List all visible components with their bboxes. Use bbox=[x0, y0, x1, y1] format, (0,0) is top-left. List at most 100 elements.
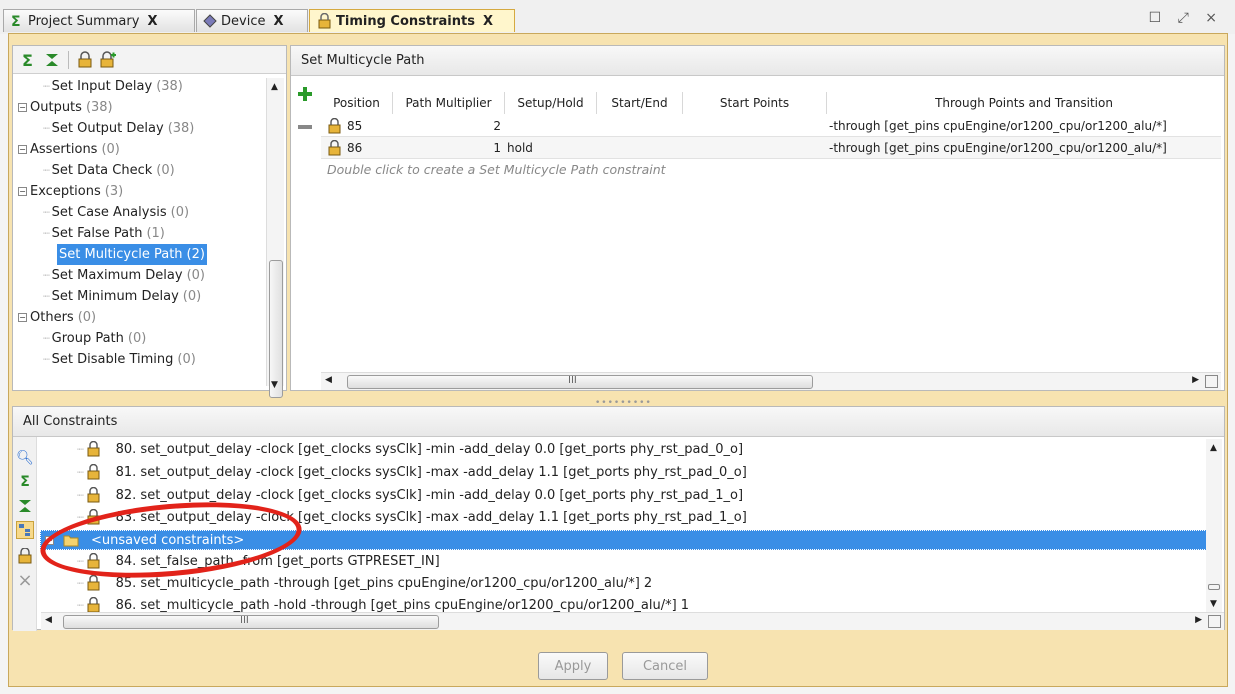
window-controls[interactable]: ☐ ⤢ × bbox=[1149, 10, 1223, 26]
tree-item-others[interactable]: − Others (0) bbox=[18, 307, 96, 328]
collapse-icon[interactable]: − bbox=[18, 145, 27, 154]
close-icon[interactable]: X bbox=[483, 14, 493, 29]
through-cell[interactable]: -through [get_pins cpuEngine/or1200_cpu/… bbox=[829, 137, 1221, 159]
constraint-line[interactable]: ┈ 80. set_output_delay -clock [get_clocks… bbox=[77, 439, 743, 459]
through-cell[interactable]: -through [get_pins cpuEngine/or1200_cpu/… bbox=[829, 115, 1221, 137]
tab-device[interactable]: Device X bbox=[196, 9, 308, 32]
expand-all-icon[interactable] bbox=[16, 497, 34, 515]
constraints-vertical-scrollbar[interactable]: ▲ ▼ bbox=[1206, 439, 1222, 613]
column-header-position[interactable]: Position bbox=[321, 92, 393, 114]
corner-resize-icon[interactable] bbox=[1205, 375, 1218, 388]
table-horizontal-scrollbar[interactable]: ◀ III ▶ bbox=[321, 372, 1221, 390]
scroll-left-arrow-icon[interactable]: ◀ bbox=[45, 615, 52, 625]
setup-hold-cell[interactable] bbox=[507, 115, 593, 137]
scroll-down-arrow-icon[interactable]: ▼ bbox=[271, 380, 278, 390]
constraint-line[interactable]: ┈ 81. set_output_delay -clock [get_clocks… bbox=[77, 462, 747, 482]
tab-timing-constraints[interactable]: Timing Constraints X bbox=[309, 9, 515, 32]
tree-item-set-maximum-delay[interactable]: ┈ Set Maximum Delay (0) bbox=[43, 265, 205, 286]
timing-constraint-icon[interactable] bbox=[16, 547, 34, 565]
column-header-through-points[interactable]: Through Points and Transition bbox=[827, 92, 1221, 114]
multicycle-panel: Set Multicycle Path Position Path Multip… bbox=[290, 45, 1225, 391]
corner-resize-icon[interactable] bbox=[1208, 615, 1221, 628]
tree-item-assertions[interactable]: − Assertions (0) bbox=[18, 139, 120, 160]
collapse-icon[interactable]: − bbox=[18, 187, 27, 196]
group-by-file-icon[interactable] bbox=[16, 521, 34, 539]
column-header-start-end[interactable]: Start/End bbox=[597, 92, 683, 114]
constraint-tree: ┈ Set Input Delay (38) − Outputs (38) ┈ Set O… bbox=[13, 76, 263, 390]
column-header-path-multiplier[interactable]: Path Multiplier bbox=[393, 92, 505, 114]
tree-item-set-false-path[interactable]: ┈ Set False Path (1) bbox=[43, 223, 165, 244]
constraint-lock-icon bbox=[328, 140, 341, 156]
start-points-cell[interactable] bbox=[683, 137, 823, 159]
column-header-start-points[interactable]: Start Points bbox=[683, 92, 827, 114]
tree-item-set-minimum-delay[interactable]: ┈ Set Minimum Delay (0) bbox=[43, 286, 201, 307]
scroll-down-arrow-icon[interactable]: ▼ bbox=[1210, 599, 1217, 609]
tree-item-group-path[interactable]: ┈ Group Path (0) bbox=[43, 328, 146, 349]
constraint-line[interactable]: ┈ 82. set_output_delay -clock [get_clocks… bbox=[77, 485, 743, 505]
scroll-right-arrow-icon[interactable]: ▶ bbox=[1192, 375, 1199, 385]
collapse-icon[interactable]: − bbox=[45, 535, 54, 545]
table-row[interactable]: 85 2 -through [get_pins cpuEngine/or1200… bbox=[321, 115, 1221, 137]
setup-hold-cell[interactable]: hold bbox=[507, 137, 593, 159]
scrollbar-thumb[interactable]: III bbox=[63, 615, 439, 629]
scrollbar-thumb[interactable] bbox=[1208, 584, 1220, 590]
tab-label: Timing Constraints bbox=[336, 13, 475, 29]
tree-item-set-case-analysis[interactable]: ┈ Set Case Analysis (0) bbox=[43, 202, 189, 223]
multiplier-cell[interactable]: 2 bbox=[393, 115, 501, 137]
tree-item-set-data-check[interactable]: ┈ Set Data Check (0) bbox=[43, 160, 175, 181]
multiplier-cell[interactable]: 1 bbox=[393, 137, 501, 159]
constraint-lock-icon bbox=[87, 553, 100, 569]
remove-constraint-icon[interactable] bbox=[298, 125, 312, 129]
start-end-cell[interactable] bbox=[597, 137, 681, 159]
sigma-icon: Σ bbox=[10, 14, 24, 28]
create-constraint-hint[interactable]: Double click to create a Set Multicycle … bbox=[327, 162, 666, 177]
all-constraints-toolbar: 🔍︎ Σ × bbox=[13, 437, 37, 631]
unsaved-constraints-node[interactable]: − <unsaved constraints> bbox=[40, 530, 1215, 550]
scroll-up-arrow-icon[interactable]: ▲ bbox=[1210, 443, 1217, 453]
scroll-up-arrow-icon[interactable]: ▲ bbox=[271, 82, 278, 92]
collapse-all-icon[interactable]: Σ bbox=[19, 50, 39, 70]
delete-icon[interactable]: × bbox=[16, 570, 34, 591]
constraint-lock-icon bbox=[87, 464, 100, 480]
close-icon[interactable]: X bbox=[147, 14, 157, 29]
scrollbar-thumb[interactable]: III bbox=[347, 375, 813, 389]
tree-vertical-scrollbar[interactable]: ▲ ▼ bbox=[266, 78, 284, 398]
tree-item-set-disable-timing[interactable]: ┈ Set Disable Timing (0) bbox=[43, 349, 196, 370]
collapse-icon[interactable]: − bbox=[18, 313, 27, 322]
tree-item-set-multicycle-path[interactable]: Set Multicycle Path (2) bbox=[57, 244, 207, 265]
search-icon[interactable]: 🔍︎ bbox=[16, 449, 34, 467]
tree-item-exceptions[interactable]: − Exceptions (3) bbox=[18, 181, 123, 202]
editor-tab-bar: Σ Project Summary X Device X Timing Cons… bbox=[0, 0, 1235, 34]
table-row[interactable]: 86 1 hold -through [get_pins cpuEngine/o… bbox=[321, 137, 1221, 159]
scrollbar-thumb[interactable] bbox=[269, 260, 283, 398]
collapse-icon[interactable]: − bbox=[18, 103, 27, 112]
constraint-lock-icon bbox=[87, 575, 100, 591]
folder-icon bbox=[63, 535, 79, 547]
column-header-setup-hold[interactable]: Setup/Hold bbox=[505, 92, 597, 114]
apply-button[interactable]: Apply bbox=[538, 652, 608, 680]
constraint-line[interactable]: ┈ 83. set_output_delay -clock [get_clocks… bbox=[77, 507, 747, 527]
add-constraint-plus-icon[interactable] bbox=[297, 86, 313, 102]
cancel-button[interactable]: Cancel bbox=[622, 652, 708, 680]
tree-item-set-input-delay[interactable]: ┈ Set Input Delay (38) bbox=[43, 76, 183, 97]
collapse-all-icon[interactable]: Σ bbox=[16, 473, 34, 491]
panel-title: Set Multicycle Path bbox=[291, 46, 1224, 76]
scroll-left-arrow-icon[interactable]: ◀ bbox=[325, 375, 332, 385]
start-points-cell[interactable] bbox=[683, 115, 823, 137]
timing-constraint-icon[interactable] bbox=[75, 50, 95, 70]
all-constraints-panel: All Constraints 🔍︎ Σ × ┈ 80. set_output_d… bbox=[12, 406, 1225, 631]
tree-item-set-output-delay[interactable]: ┈ Set Output Delay (38) bbox=[43, 118, 194, 139]
constraints-horizontal-scrollbar[interactable]: ◀ III ▶ bbox=[41, 612, 1224, 630]
constraint-line[interactable]: ┈ 85. set_multicycle_path -through [get_p… bbox=[77, 573, 652, 593]
tree-item-outputs[interactable]: − Outputs (38) bbox=[18, 97, 113, 118]
constraint-line[interactable]: ┈ 84. set_false_path -from [get_ports GTP… bbox=[77, 551, 440, 571]
expand-all-icon[interactable] bbox=[42, 50, 62, 70]
position-cell: 86 bbox=[327, 137, 393, 159]
constraint-lock-icon bbox=[87, 509, 100, 525]
close-icon[interactable]: X bbox=[273, 14, 283, 29]
start-end-cell[interactable] bbox=[597, 115, 681, 137]
scroll-right-arrow-icon[interactable]: ▶ bbox=[1195, 615, 1202, 625]
add-constraint-icon[interactable] bbox=[98, 50, 118, 70]
constraint-lock-icon bbox=[87, 487, 100, 503]
tab-project-summary[interactable]: Σ Project Summary X bbox=[3, 9, 195, 32]
